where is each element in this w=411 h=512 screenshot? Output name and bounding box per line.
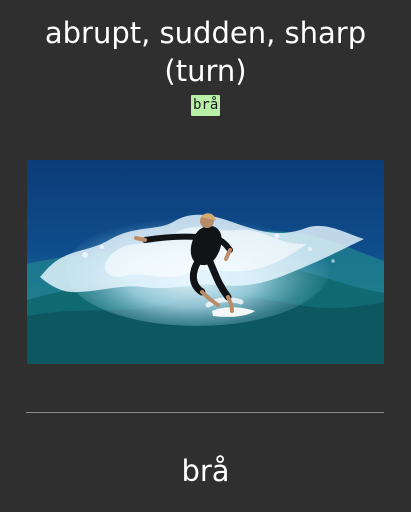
flashcard: abrupt, sudden, sharp (turn) brå brå: [0, 0, 411, 512]
card-back-answer: brå: [181, 454, 230, 488]
surfer-image: [27, 160, 384, 364]
answer-hint: brå: [191, 95, 221, 116]
card-front-text: abrupt, sudden, sharp (turn): [44, 16, 367, 88]
card-divider: [26, 412, 384, 413]
